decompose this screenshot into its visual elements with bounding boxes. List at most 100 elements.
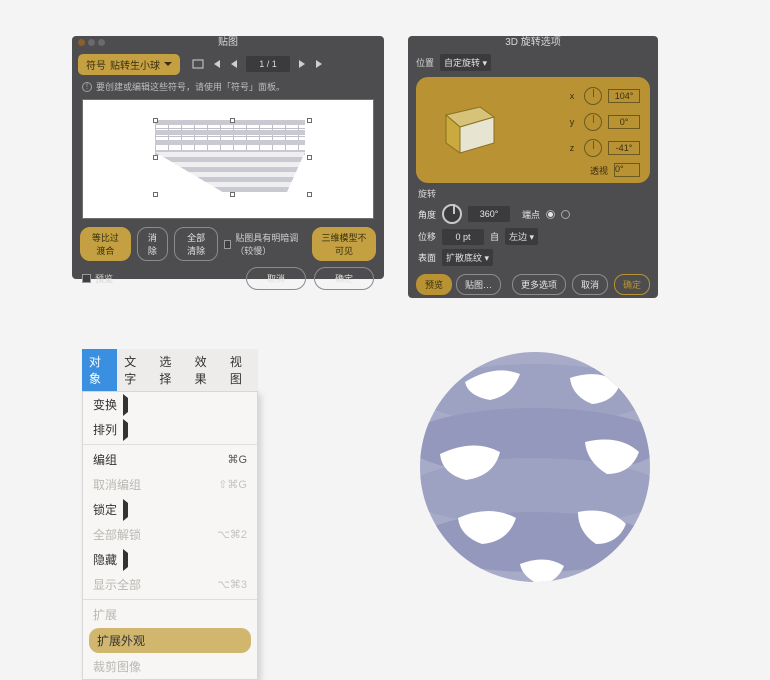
more-options-button[interactable]: 更多选项: [512, 274, 566, 295]
ok-button[interactable]: 确定: [314, 267, 374, 290]
zoom-icon[interactable]: [98, 39, 105, 46]
resize-handle[interactable]: [307, 118, 312, 123]
cancel-button[interactable]: 取消: [572, 274, 608, 295]
resize-handle[interactable]: [153, 155, 158, 160]
symbol-dropdown-prefix: 符号: [86, 57, 106, 72]
perspective-field[interactable]: 0°: [614, 163, 640, 177]
shortcut-label: ⇧⌘G: [218, 478, 247, 491]
menu-item-arrange[interactable]: 排列: [83, 417, 257, 442]
cube-icon: [440, 103, 500, 158]
z-rotation-field[interactable]: -41°: [608, 141, 640, 155]
symbol-dropdown-value: 贴转生小球: [110, 57, 160, 72]
cap-label: 端点: [522, 208, 540, 221]
clear-all-button[interactable]: 全部清除: [174, 227, 218, 261]
submenu-arrow-icon: [123, 398, 128, 412]
x-rotation-dial[interactable]: [584, 87, 602, 105]
preview-checkbox[interactable]: 预览: [416, 274, 452, 295]
axis-label: y: [566, 117, 578, 127]
traffic-lights: [78, 39, 105, 46]
dialog-title: 3D 旋转选项: [408, 36, 658, 50]
menu-item-expand: 扩展: [83, 602, 257, 627]
surface-dropdown[interactable]: 扩散底纹 ▾: [442, 249, 493, 266]
dialog-titlebar: 贴图: [72, 36, 384, 50]
shortcut-label: ⌥⌘3: [217, 578, 247, 591]
menu-tab-effect[interactable]: 效果: [188, 349, 223, 391]
submenu-arrow-icon: [123, 423, 128, 437]
next-surface-button[interactable]: [296, 58, 308, 70]
mapped-symbol-preview: [155, 120, 305, 190]
submenu-arrow-icon: [123, 553, 128, 567]
checkbox-icon: [224, 240, 231, 249]
menu-separator: [83, 599, 257, 600]
position-label: 位置: [416, 56, 434, 69]
first-surface-button[interactable]: [210, 58, 222, 70]
shortcut-label: ⌥⌘2: [217, 528, 247, 541]
menu-item-group[interactable]: 编组⌘G: [83, 447, 257, 472]
axis-label: x: [566, 91, 578, 101]
menu-item-hide[interactable]: 隐藏: [83, 547, 257, 572]
surface-index-field[interactable]: 1 / 1: [246, 56, 290, 72]
ok-button[interactable]: 确定: [614, 274, 650, 295]
resize-handle[interactable]: [230, 192, 235, 197]
prev-surface-button[interactable]: [228, 58, 240, 70]
menu-item-crop-image: 裁剪图像: [83, 654, 257, 679]
menu-tab-select[interactable]: 选择: [152, 349, 187, 391]
dialog-title: 贴图: [218, 37, 238, 48]
3d-revolve-dialog: 3D 旋转选项 位置 自定旋转 ▾ x 104° y 0° z -41° 透视 …: [408, 36, 658, 298]
resize-handle[interactable]: [307, 155, 312, 160]
surface-label-icon: [192, 58, 204, 70]
surface-label: 表面: [418, 251, 436, 264]
cancel-button[interactable]: 取消: [246, 267, 306, 290]
resize-handle[interactable]: [153, 118, 158, 123]
submenu-arrow-icon: [123, 503, 128, 517]
close-icon[interactable]: [78, 39, 85, 46]
menu-item-show-all: 显示全部⌥⌘3: [83, 572, 257, 597]
position-dropdown[interactable]: 自定旋转 ▾: [440, 54, 491, 71]
map-art-button[interactable]: 贴图…: [456, 274, 501, 295]
menu-tab-type[interactable]: 文字: [117, 349, 152, 391]
minimize-icon[interactable]: [88, 39, 95, 46]
map-art-dialog: 贴图 符号 贴转生小球 1 / 1 !: [72, 36, 384, 279]
menu-item-ungroup: 取消编组⇧⌘G: [83, 472, 257, 497]
map-art-canvas[interactable]: [82, 99, 374, 219]
menu-item-lock[interactable]: 锁定: [83, 497, 257, 522]
clear-button[interactable]: 消除: [137, 227, 168, 261]
revolve-section-label: 旋转: [408, 185, 658, 202]
scale-to-fit-button[interactable]: 等比过渡合: [80, 227, 131, 261]
angle-dial[interactable]: [442, 204, 462, 224]
y-rotation-dial[interactable]: [584, 113, 602, 131]
menu-item-unlock-all: 全部解锁⌥⌘2: [83, 522, 257, 547]
from-label: 自: [490, 230, 499, 243]
axis-label: z: [566, 143, 578, 153]
menu-item-expand-appearance[interactable]: 扩展外观: [89, 628, 251, 653]
shortcut-label: ⌘G: [227, 453, 247, 466]
result-sphere-artwork: [410, 342, 660, 592]
resize-handle[interactable]: [153, 192, 158, 197]
orientation-preview[interactable]: x 104° y 0° z -41° 透视 0°: [416, 77, 650, 183]
from-edge-dropdown[interactable]: 左边 ▾: [505, 228, 538, 245]
menu-tab-object[interactable]: 对象: [82, 349, 117, 391]
cap-on-radio[interactable]: [546, 210, 555, 219]
last-surface-button[interactable]: [314, 58, 326, 70]
checkbox-icon: [82, 274, 91, 283]
resize-handle[interactable]: [307, 192, 312, 197]
symbol-dropdown[interactable]: 符号 贴转生小球: [78, 54, 180, 75]
perspective-label: 透视: [590, 164, 608, 177]
shade-artwork-checkbox[interactable]: 贴图具有明暗调（较慢）: [224, 231, 306, 257]
chevron-down-icon: [164, 60, 172, 68]
offset-field[interactable]: 0 pt: [442, 229, 484, 245]
preview-checkbox[interactable]: 预览: [82, 272, 113, 285]
cap-off-radio[interactable]: [561, 210, 570, 219]
angle-field[interactable]: 360°: [468, 206, 510, 222]
y-rotation-field[interactable]: 0°: [608, 115, 640, 129]
menu-tab-view[interactable]: 视图: [223, 349, 258, 391]
x-rotation-field[interactable]: 104°: [608, 89, 640, 103]
angle-label: 角度: [418, 208, 436, 221]
resize-handle[interactable]: [230, 118, 235, 123]
menu-item-transform[interactable]: 变换: [83, 392, 257, 417]
offset-label: 位移: [418, 230, 436, 243]
info-icon: !: [82, 82, 92, 92]
z-rotation-dial[interactable]: [584, 139, 602, 157]
hint-text: ! 要创建或编辑这些符号，请使用「符号」面板。: [72, 80, 384, 93]
invisible-geometry-button[interactable]: 三维模型不可见: [312, 227, 376, 261]
